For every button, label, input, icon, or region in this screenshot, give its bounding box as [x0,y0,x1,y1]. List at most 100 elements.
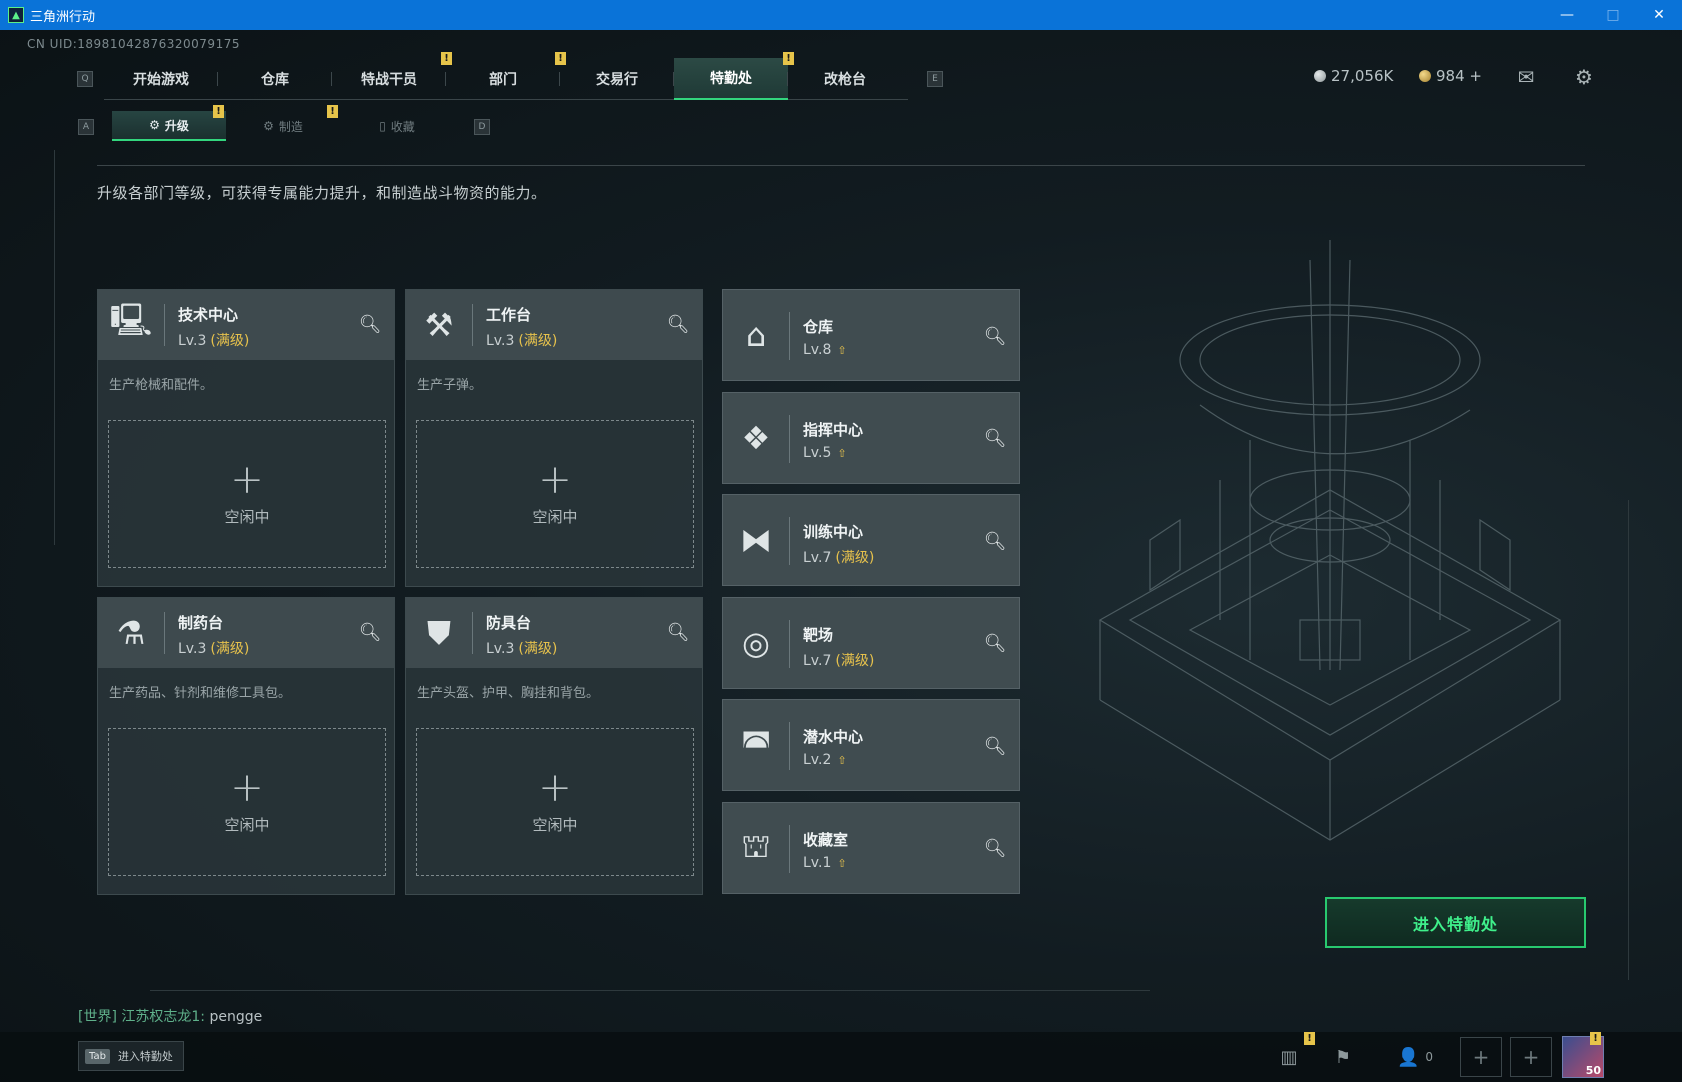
max-level-tag: (满级) [518,333,558,349]
slot-status: 空闲中 [224,815,270,834]
coin-balance[interactable]: 27,056K [1314,67,1393,85]
search-icon[interactable]: 🔍︎ [983,529,1007,553]
slot-status: 空闲中 [532,507,578,526]
tools-icon: ⚒ [424,306,454,344]
enter-special-ops-button[interactable]: 进入特勤处 [1325,897,1586,948]
search-icon[interactable]: 🔍︎ [666,620,690,644]
search-icon[interactable]: 🔍︎ [983,632,1007,656]
search-icon[interactable]: 🔍︎ [358,312,382,336]
production-card-3[interactable]: ⛊ 防具台 Lv.3 (满级) 🔍︎ 生产头盔、护甲、胸挂和背包。 + 空闲中 [405,597,703,895]
card-level: Lv.3 (满级) [178,330,249,350]
window-titlebar[interactable]: ▲ 三角洲行动 — □ ✕ [0,0,1682,30]
page-description: 升级各部门等级，可获得专属能力提升，和制造战斗物资的能力。 [97,184,547,202]
nav-tab-6[interactable]: 改枪台 [788,58,902,100]
card-title: 靶场 [803,625,834,644]
plus-icon: + [230,456,264,503]
nav-next-key[interactable]: E [927,71,943,87]
nav-tab-label: 交易行 [596,72,638,88]
subnav-tab-icon: ⚙ [263,119,274,133]
card-separator [164,304,165,346]
chat-user: 江苏权志龙1: [121,1009,206,1025]
card-separator [789,619,790,668]
facility-card-1[interactable]: ❖ 指挥中心 Lv.5 ⇧ 🔍︎ [722,391,1020,484]
facility-card-5[interactable]: ⛫ 收藏室 Lv.1 ⇧ 🔍︎ [722,801,1020,894]
card-title: 制药台 [178,614,224,632]
facility-card-3[interactable]: ◎ 靶场 Lv.7 (满级) 🔍︎ [722,596,1020,689]
slot-status: 空闲中 [532,815,578,834]
chat-message: pengge [209,1009,263,1025]
nav-tab-1[interactable]: 仓库 [218,58,332,100]
avatar-alert-badge: ! [1590,1032,1601,1045]
target-icon: ◎ [742,623,770,662]
search-icon[interactable]: 🔍︎ [983,734,1007,758]
app-logo-icon: ▲ [8,7,24,23]
stats-alert-badge: ! [1304,1032,1315,1045]
window-title: 三角洲行动 [30,9,96,25]
tab-shortcut-hint[interactable]: Tab 进入特勤处 [78,1041,184,1071]
card-header: ⚗ 制药台 Lv.3 (满级) 🔍︎ [98,598,394,668]
close-button[interactable]: ✕ [1636,0,1682,30]
production-card-1[interactable]: ⚒ 工作台 Lv.3 (满级) 🔍︎ 生产子弹。 + 空闲中 [405,289,703,587]
player-uid: CN UID:18981042876320079175 [27,37,240,51]
stats-icon[interactable]: ▥ [1272,1042,1306,1072]
level-text: Lv.3 [486,641,515,657]
subnav-next-key[interactable]: D [474,119,490,135]
gear-icon[interactable]: ⚙ [1572,65,1596,89]
card-separator [789,517,790,565]
chat-line[interactable]: [世界] 江苏权志龙1: pengge [78,1006,262,1026]
friends-button[interactable]: 👤 0 [1388,1042,1442,1072]
add-party-slot-2[interactable]: + [1510,1037,1552,1077]
card-separator [789,722,790,770]
minimize-button[interactable]: — [1544,0,1590,30]
production-slot[interactable]: + 空闲中 [108,420,386,568]
subnav-tab-label: 制造 [278,119,303,134]
facility-card-0[interactable]: ⌂ 仓库 Lv.8 ⇧ 🔍︎ [722,289,1020,381]
mail-icon[interactable]: ✉ [1514,65,1538,89]
production-slot[interactable]: + 空闲中 [416,420,694,568]
tab-hint-label: 进入特勤处 [117,1050,173,1063]
level-text: Lv.3 [178,641,207,657]
card-header: ⛊ 防具台 Lv.3 (满级) 🔍︎ [406,598,702,668]
search-icon[interactable]: 🔍︎ [666,312,690,336]
nav-tab-5[interactable]: 特勤处! [674,52,794,100]
nav-tab-2[interactable]: 特战干员! [332,52,452,100]
search-icon[interactable]: 🔍︎ [983,427,1007,451]
subnav-prev-key[interactable]: A [78,119,94,135]
card-separator [472,612,473,654]
subnav-tab-0[interactable]: ⚙ 升级! [112,105,226,141]
search-icon[interactable]: 🔍︎ [358,620,382,644]
maximize-button[interactable]: □ [1590,0,1636,30]
upgrade-arrow-icon: ⇧ [837,344,847,357]
card-header: 🖳 技术中心 Lv.3 (满级) 🔍︎ [98,290,394,360]
level-text: Lv.2 [803,752,832,768]
production-slot[interactable]: + 空闲中 [416,728,694,876]
upgrade-arrow-icon: ⇧ [837,856,847,870]
card-level: Lv.2 ⇧ [803,752,847,768]
facility-card-4[interactable]: ◚ 潜水中心 Lv.2 ⇧ 🔍︎ [722,699,1020,791]
card-description: 生产头盔、护甲、胸挂和背包。 [417,686,600,701]
nav-tab-label: 特勤处 [710,71,752,87]
search-icon[interactable]: 🔍︎ [983,837,1007,861]
search-icon[interactable]: 🔍︎ [983,324,1007,348]
production-card-0[interactable]: 🖳 技术中心 Lv.3 (满级) 🔍︎ 生产枪械和配件。 + 空闲中 [97,289,395,587]
nav-tab-0[interactable]: 开始游戏 [104,58,218,100]
card-level: Lv.5 ⇧ [803,445,847,461]
nav-tab-label: 特战干员 [361,72,417,88]
flag-icon[interactable]: ⚑ [1326,1042,1360,1072]
nav-prev-key[interactable]: Q [77,71,93,87]
max-level-tag: (满级) [210,333,250,349]
base-illustration [1098,240,1562,841]
max-level-tag: (满级) [835,652,875,669]
subnav-tab-1[interactable]: ⚙ 制造! [226,105,340,141]
computer-icon: 🖳 [109,301,153,339]
production-slot[interactable]: + 空闲中 [108,728,386,876]
ticket-balance[interactable]: 984 + [1419,67,1482,85]
nav-tab-4[interactable]: 交易行 [560,58,674,100]
add-party-slot-1[interactable]: + [1460,1037,1502,1077]
chat-channel: [世界] [78,1009,117,1025]
production-card-2[interactable]: ⚗ 制药台 Lv.3 (满级) 🔍︎ 生产药品、针剂和维修工具包。 + 空闲中 [97,597,395,895]
nav-tab-3[interactable]: 部门! [446,52,566,100]
facility-card-2[interactable]: ⧓ 训练中心 Lv.7 (满级) 🔍︎ [722,494,1020,586]
armor-icon: ⛊ [426,613,451,652]
subnav-tab-2[interactable]: ▯ 收藏 [340,111,454,141]
